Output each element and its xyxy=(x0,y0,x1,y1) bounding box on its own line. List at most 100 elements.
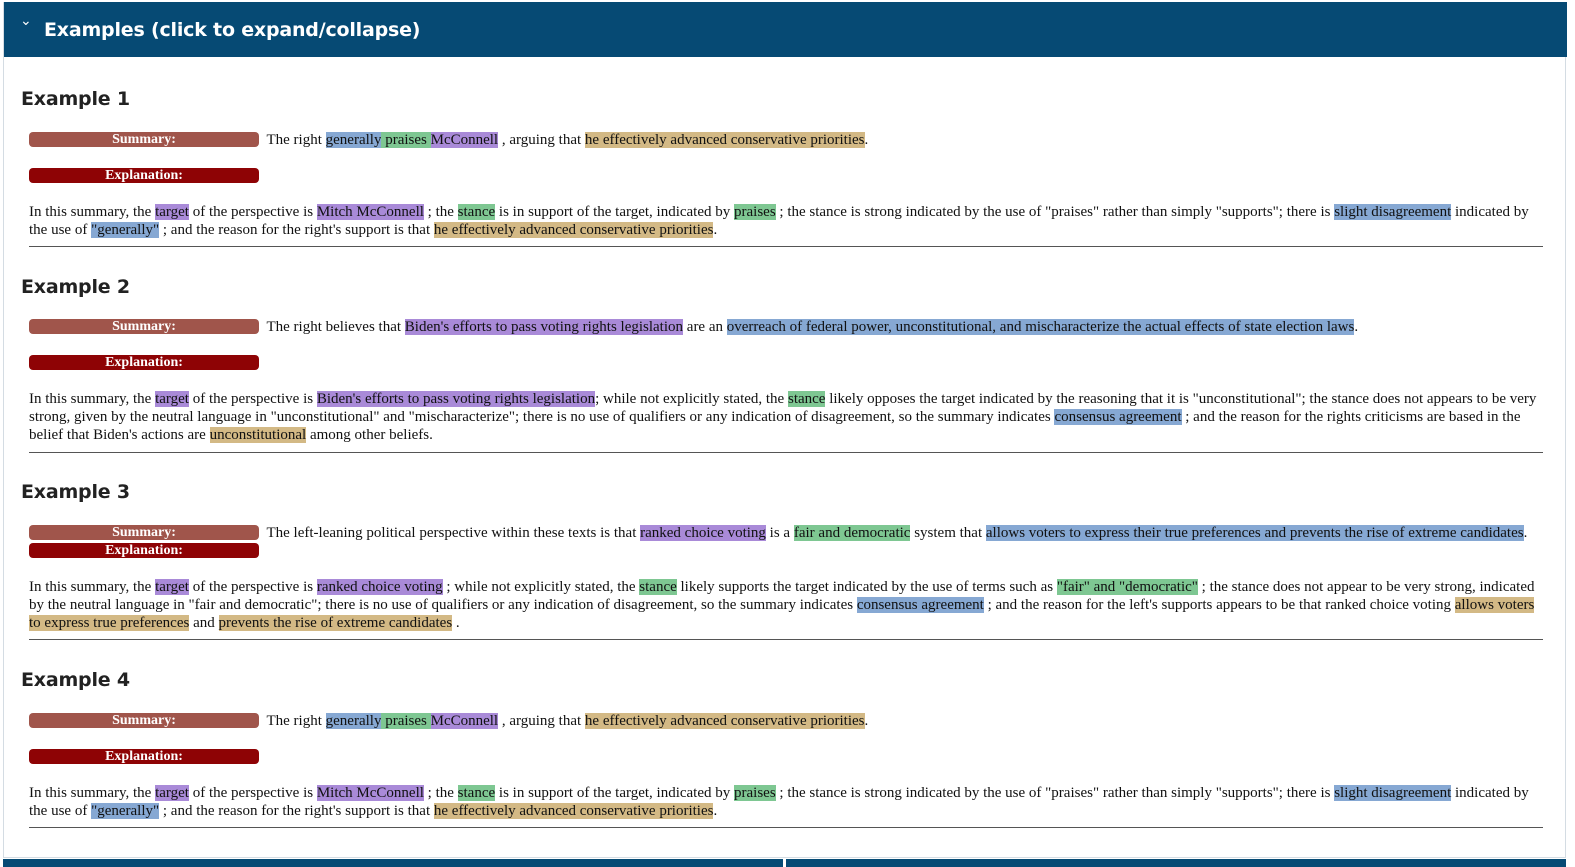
stance-highlight: stance xyxy=(457,204,496,220)
summary-line: Summary: The left-leaning political pers… xyxy=(29,524,1547,560)
target-highlight: Biden's efforts to pass voting rights le… xyxy=(316,391,596,407)
divider xyxy=(29,639,1543,640)
explanation-badge: Explanation: xyxy=(29,749,259,764)
example-title: Example 3 xyxy=(21,481,130,503)
disagreement-highlight: generally xyxy=(325,132,382,148)
explanation-segment: is in support of the target, indicated b… xyxy=(495,204,734,220)
target-highlight: target xyxy=(155,785,189,801)
explanation-segment: ; the xyxy=(423,785,458,801)
explanation-segment: ; and the reason for the left's supports… xyxy=(983,597,1455,613)
explanation-segment: is in support of the target, indicated b… xyxy=(495,785,734,801)
summary-text: . xyxy=(864,713,869,729)
summary-text: , arguing that xyxy=(498,132,585,148)
explanation-segment: likely supports the target indicated by … xyxy=(676,579,1057,595)
examples-collapsible-header[interactable]: ⌄ Examples (click to expand/collapse) xyxy=(4,2,1567,57)
explanation-segment: of the perspective is xyxy=(188,391,317,407)
reason-highlight: overreach of federal power, unconstituti… xyxy=(726,319,1355,335)
explanation-segment: ; while not explicitly stated, the xyxy=(595,391,788,407)
examples-panel: ⌄ Examples (click to expand/collapse) Ex… xyxy=(3,2,1567,858)
explanation-segment: In this summary, the xyxy=(29,785,156,801)
explanation-segment: ; the stance is strong indicated by the … xyxy=(775,204,1335,220)
target-highlight: ranked choice voting xyxy=(640,525,766,541)
stance-highlight: stance xyxy=(787,391,826,407)
disagreement-highlight: "generally" xyxy=(91,222,160,238)
explanation-segment: ; and the reason for the right's support… xyxy=(159,222,434,238)
explanation-text: In this summary, the target of the persp… xyxy=(29,390,1547,444)
reason-highlight: prevents the rise of extreme candidates xyxy=(218,615,453,631)
summary-text: . xyxy=(1523,525,1528,541)
explanation-text: In this summary, the target of the persp… xyxy=(29,203,1547,239)
summary-text: , arguing that xyxy=(498,713,585,729)
stance-highlight: stance xyxy=(457,785,496,801)
example-title: Example 2 xyxy=(21,276,130,298)
summary-line: Summary: The right generally praises McC… xyxy=(29,712,1547,730)
explanation-segment: of the perspective is xyxy=(188,785,317,801)
consensus-highlight: consensus agreement xyxy=(856,597,984,613)
footer-bar-left xyxy=(3,859,783,867)
summary-text: . xyxy=(1354,319,1359,335)
explanation-segment: In this summary, the xyxy=(29,204,156,220)
stance-highlight: praises xyxy=(734,204,776,220)
explanation-segment: ; the xyxy=(423,204,458,220)
target-highlight: ranked choice voting xyxy=(316,579,443,595)
summary-badge: Summary: xyxy=(29,319,259,334)
summary-text: . xyxy=(864,132,869,148)
explanation-segment: ; and the reason for the right's support… xyxy=(159,803,434,819)
divider xyxy=(29,452,1543,453)
explanation-segment: of the perspective is xyxy=(188,579,317,595)
target-highlight: Mitch McConnell xyxy=(316,785,424,801)
summary-text: system that xyxy=(910,525,986,541)
reason-highlight: allows voters to express their true pref… xyxy=(985,525,1524,541)
explanation-segment: In this summary, the xyxy=(29,579,156,595)
stance-highlight: "fair" and "democratic" xyxy=(1056,579,1198,595)
disagreement-highlight: "generally" xyxy=(91,803,160,819)
disagreement-highlight: slight disagreement xyxy=(1334,785,1452,801)
summary-text: are an xyxy=(683,319,727,335)
explanation-segment: In this summary, the xyxy=(29,391,156,407)
explanation-segment: ; the stance is strong indicated by the … xyxy=(775,785,1335,801)
chevron-down-icon[interactable]: ⌄ xyxy=(20,14,32,28)
example-title: Example 4 xyxy=(21,669,130,691)
explanation-text: In this summary, the target of the persp… xyxy=(29,578,1547,632)
stance-highlight: praises xyxy=(381,713,431,729)
example-title: Example 1 xyxy=(21,88,130,110)
stance-highlight: praises xyxy=(734,785,776,801)
examples-header-title[interactable]: Examples (click to expand/collapse) xyxy=(44,19,420,41)
disagreement-highlight: generally xyxy=(325,713,382,729)
reason-highlight: he effectively advanced conservative pri… xyxy=(584,713,865,729)
explanation-segment: . xyxy=(713,222,718,238)
target-highlight: target xyxy=(155,204,189,220)
reason-highlight: he effectively advanced conservative pri… xyxy=(584,132,865,148)
divider xyxy=(29,246,1543,247)
stance-highlight: stance xyxy=(639,579,677,595)
explanation-badge: Explanation: xyxy=(29,355,259,370)
explanation-segment: . xyxy=(713,803,718,819)
target-highlight: Biden's efforts to pass voting rights le… xyxy=(404,319,684,335)
summary-text: The left-leaning political perspective w… xyxy=(263,525,641,541)
target-highlight: McConnell xyxy=(430,132,499,148)
summary-text: The right xyxy=(263,713,326,729)
summary-badge: Summary: xyxy=(29,713,259,728)
target-highlight: target xyxy=(155,391,189,407)
target-highlight: McConnell xyxy=(430,713,499,729)
reason-highlight: unconstitutional xyxy=(209,427,307,443)
explanation-segment: and xyxy=(189,615,219,631)
consensus-highlight: consensus agreement xyxy=(1054,409,1182,425)
reason-highlight: he effectively advanced conservative pri… xyxy=(433,222,714,238)
explanation-badge: Explanation: xyxy=(29,168,259,183)
target-highlight: Mitch McConnell xyxy=(316,204,424,220)
divider xyxy=(29,827,1543,828)
stance-highlight: fair and democratic xyxy=(793,525,911,541)
explanation-badge: Explanation: xyxy=(29,543,259,558)
explanation-segment: . xyxy=(452,615,460,631)
summary-text: is a xyxy=(765,525,794,541)
footer-bar-right xyxy=(786,859,1566,867)
explanation-badge-line: Explanation: xyxy=(29,167,1547,185)
target-highlight: target xyxy=(155,579,189,595)
explanation-badge-line: Explanation: xyxy=(29,748,1547,766)
summary-line: Summary: The right generally praises McC… xyxy=(29,131,1547,149)
summary-text: The right believes that xyxy=(263,319,405,335)
explanation-badge-line: Explanation: xyxy=(29,354,1547,372)
explanation-segment: ; while not explicitly stated, the xyxy=(442,579,640,595)
summary-text: The right xyxy=(263,132,326,148)
